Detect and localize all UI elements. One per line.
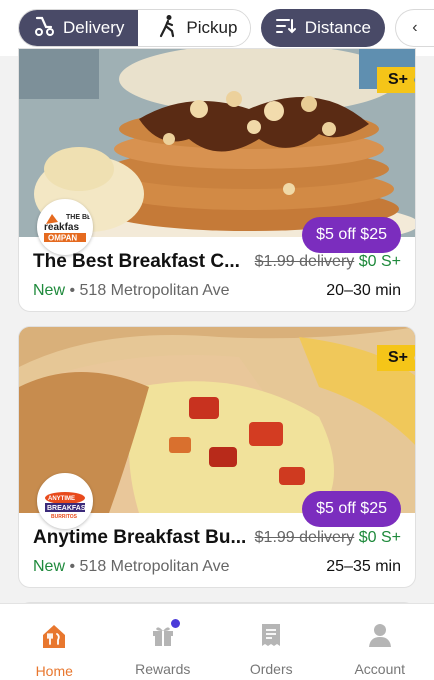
store-meta: New • 518 Metropolitan Ave xyxy=(33,558,230,576)
store-logo-art: THE BEST reakfas OMPAN xyxy=(40,202,90,252)
person-icon xyxy=(368,622,392,653)
store-address: 518 Metropolitan Ave xyxy=(79,558,230,575)
new-tag: New xyxy=(33,282,66,299)
nav-rewards-label: Rewards xyxy=(135,661,191,677)
old-delivery-fee: $1.99 delivery xyxy=(254,529,355,546)
svg-text:THE BEST: THE BEST xyxy=(66,214,90,221)
splus-delivery-fee: $0 S+ xyxy=(358,253,401,270)
store-info: Anytime Breakfast Bu... $1.99 delivery $… xyxy=(19,523,415,580)
new-tag: New xyxy=(33,558,66,575)
nav-account-label: Account xyxy=(354,661,406,677)
nav-rewards[interactable]: Rewards xyxy=(109,604,218,680)
rewards-notification-dot xyxy=(170,618,182,629)
store-card[interactable]: S+ THE BEST reakfas OMPAN $5 off $25 The… xyxy=(18,48,416,312)
delivery-fee: $1.99 delivery $0 S+ xyxy=(255,253,401,271)
sort-distance-chip[interactable]: Distance xyxy=(260,9,385,47)
delivery-eta: 20–30 min xyxy=(326,282,401,299)
sort-icon xyxy=(275,16,297,41)
walking-person-icon xyxy=(158,14,178,43)
store-meta: New • 518 Metropolitan Ave xyxy=(33,282,230,300)
old-delivery-fee: $1.99 delivery xyxy=(254,253,355,270)
delivery-label: Delivery xyxy=(63,18,125,37)
sort-label: Distance xyxy=(304,18,371,37)
splus-badge: S+ xyxy=(377,345,415,371)
svg-text:reakfas: reakfas xyxy=(44,222,79,233)
bottom-nav: Home Rewards Orders Account xyxy=(0,603,434,680)
svg-text:OMPAN: OMPAN xyxy=(48,234,77,243)
scooter-icon xyxy=(33,15,55,42)
promo-badge[interactable]: $5 off $25 xyxy=(302,491,401,527)
svg-text:BREAKFAST: BREAKFAST xyxy=(47,505,90,512)
delivery-fee: $1.99 delivery $0 S+ xyxy=(255,529,401,547)
nav-home-label: Home xyxy=(35,663,73,679)
fulfillment-toggle: Delivery Pickup xyxy=(18,9,251,47)
meta-separator: • xyxy=(69,558,76,575)
svg-text:ANYTIME: ANYTIME xyxy=(48,496,75,502)
receipt-icon xyxy=(259,622,283,653)
nav-home[interactable]: Home xyxy=(0,604,109,680)
store-name: Anytime Breakfast Bu... xyxy=(33,527,247,548)
chevron-left-icon: ‹ xyxy=(412,19,418,36)
splus-delivery-fee: $0 S+ xyxy=(358,529,401,546)
home-fork-knife-icon xyxy=(40,622,68,655)
store-address: 518 Metropolitan Ave xyxy=(79,282,230,299)
store-card[interactable]: S+ ANYTIME BREAKFAST BURRITOS $5 off $25… xyxy=(18,326,416,588)
nav-orders[interactable]: Orders xyxy=(217,604,326,680)
delivery-toggle-button[interactable]: Delivery xyxy=(19,10,139,46)
splus-badge: S+ xyxy=(377,67,415,93)
pickup-toggle-button[interactable]: Pickup xyxy=(138,10,250,46)
pickup-label: Pickup xyxy=(186,18,238,37)
delivery-eta: 25–35 min xyxy=(326,558,401,575)
store-logo: ANYTIME BREAKFAST BURRITOS xyxy=(37,473,93,529)
more-filters-chip[interactable]: ‹ xyxy=(394,9,434,47)
store-info: The Best Breakfast C... $1.99 delivery $… xyxy=(19,247,415,304)
store-name: The Best Breakfast C... xyxy=(33,251,240,272)
nav-account[interactable]: Account xyxy=(326,604,434,680)
svg-text:BURRITOS: BURRITOS xyxy=(51,514,78,520)
nav-orders-label: Orders xyxy=(249,661,293,677)
meta-separator: • xyxy=(69,282,76,299)
store-logo-art: ANYTIME BREAKFAST BURRITOS xyxy=(40,476,90,526)
